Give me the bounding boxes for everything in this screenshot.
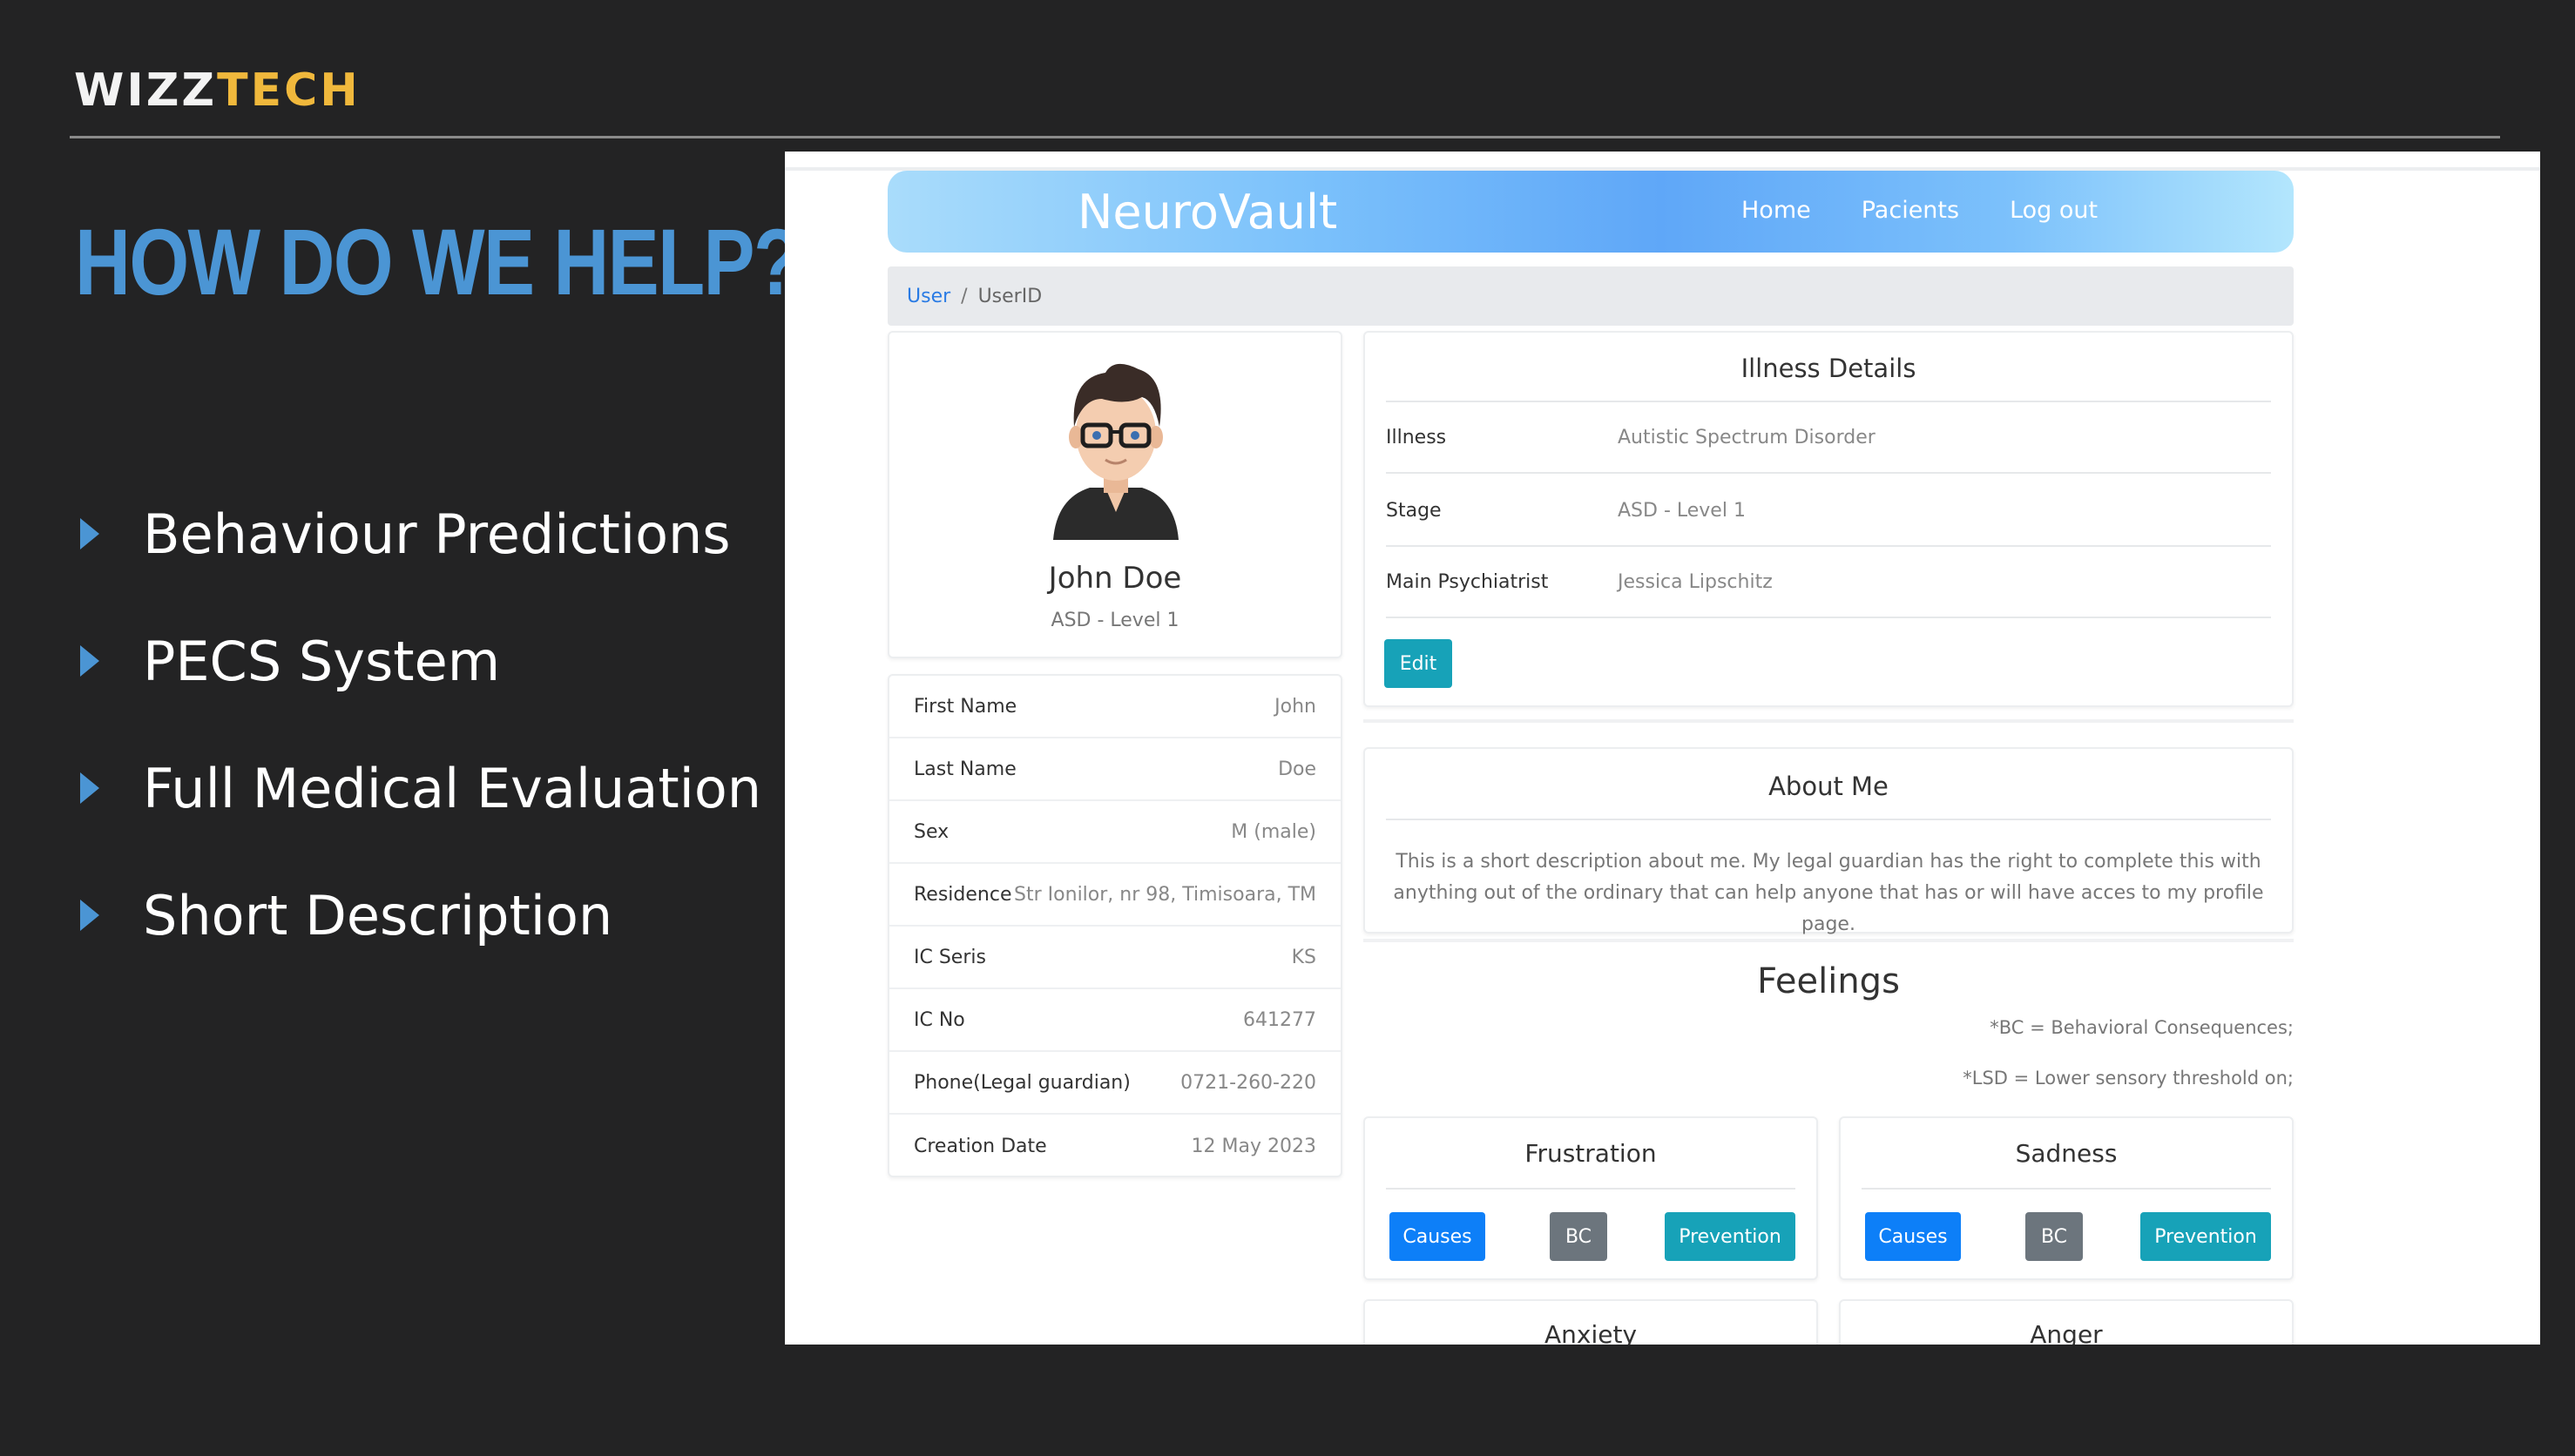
profile-name: John Doe	[1048, 561, 1182, 596]
person-avatar-icon	[1053, 363, 1179, 540]
section-divider	[1363, 939, 2294, 942]
breadcrumb-user-link[interactable]: User	[907, 286, 950, 307]
info-value: John	[1274, 695, 1316, 718]
illness-title: Illness Details	[1740, 354, 1916, 383]
bullet-item: PECS System	[80, 597, 761, 725]
info-label: First Name	[914, 695, 1017, 718]
edit-button[interactable]: Edit	[1384, 639, 1452, 688]
illness-details-card: Illness Details Illness Autistic Spectrum…	[1363, 331, 2294, 707]
brand-main: WIZZ	[74, 64, 218, 117]
triangle-bullet-icon	[80, 518, 99, 549]
prevention-button[interactable]: Prevention	[2140, 1212, 2271, 1261]
about-text: This is a short description about me. My…	[1393, 851, 2264, 935]
illness-label: Illness	[1386, 426, 1447, 448]
illness-label: Main Psychiatrist	[1386, 570, 1549, 593]
nav-pacients[interactable]: Pacients	[1862, 197, 1959, 224]
info-row: Sex M (male)	[889, 801, 1341, 864]
info-label: Residence	[914, 883, 1012, 906]
feeling-divider	[1862, 1188, 2271, 1190]
about-me-card: About Me This is a short description abo…	[1363, 747, 2294, 935]
feeling-name: Frustration	[1524, 1139, 1657, 1168]
breadcrumb-separator: /	[961, 285, 968, 307]
causes-button[interactable]: Causes	[1865, 1212, 1961, 1261]
info-label: Last Name	[914, 758, 1017, 780]
section-divider	[1363, 719, 2294, 723]
feeling-name: Anxiety	[1544, 1320, 1638, 1345]
bullet-item: Behaviour Predictions	[80, 470, 761, 597]
nav-links: Home Pacients Log out	[1741, 197, 2098, 224]
info-row: Phone(Legal guardian) 0721-260-220	[889, 1052, 1341, 1115]
triangle-bullet-icon	[80, 900, 99, 931]
app-title[interactable]: NeuroVault	[1078, 185, 1337, 239]
nav-logout[interactable]: Log out	[2010, 197, 2098, 224]
bullet-item: Full Medical Evaluation	[80, 725, 761, 852]
brand-accent: TECH	[217, 64, 361, 117]
brand-logo: WIZZTECH	[74, 64, 361, 117]
nav-home[interactable]: Home	[1741, 197, 1811, 224]
illness-row: Main Psychiatrist Jessica Lipschitz	[1386, 547, 2271, 618]
header-divider	[70, 136, 2500, 138]
info-row: IC Seris KS	[889, 927, 1341, 989]
info-row: First Name John	[889, 676, 1341, 738]
illness-label: Stage	[1386, 499, 1442, 522]
app-navbar: NeuroVault Home Pacients Log out	[888, 171, 2294, 253]
info-label: IC Seris	[914, 946, 986, 968]
profile-card: John Doe ASD - Level 1	[888, 331, 1342, 658]
lsd-note: *LSD = Lower sensory threshold on;	[1963, 1068, 2294, 1089]
feeling-name: Anger	[2030, 1320, 2103, 1345]
info-value: Doe	[1278, 758, 1316, 780]
info-row: Residence Str Ionilor, nr 98, Timisoara, …	[889, 864, 1341, 927]
breadcrumb: User / UserID	[888, 266, 2294, 326]
bullet-item: Short Description	[80, 852, 761, 979]
slide-headline: HOW DO WE HELP?	[75, 209, 801, 314]
about-divider	[1386, 819, 2271, 820]
personal-info-card: First Name John Last Name Doe Sex M (male) …	[888, 674, 1342, 1177]
illness-value: ASD - Level 1	[1618, 499, 1746, 522]
bc-button[interactable]: BC	[1550, 1212, 1607, 1261]
feeling-name: Sadness	[2015, 1139, 2118, 1168]
feeling-card-anxiety: Anxiety	[1363, 1299, 1818, 1345]
feeling-card-anger: Anger	[1839, 1299, 2294, 1345]
prevention-button[interactable]: Prevention	[1665, 1212, 1795, 1261]
feeling-card-sadness: Sadness Causes BC Prevention	[1839, 1116, 2294, 1280]
feeling-card-frustration: Frustration Causes BC Prevention	[1363, 1116, 1818, 1280]
profile-level: ASD - Level 1	[1051, 610, 1179, 631]
illness-row: Illness Autistic Spectrum Disorder	[1386, 402, 2271, 474]
info-value: KS	[1291, 946, 1316, 968]
info-label: IC No	[914, 1008, 965, 1031]
bullet-text: PECS System	[143, 629, 501, 693]
about-title: About Me	[1768, 772, 1889, 801]
info-label: Creation Date	[914, 1135, 1047, 1157]
bullet-text: Full Medical Evaluation	[143, 756, 762, 820]
info-value: 0721-260-220	[1180, 1071, 1316, 1094]
info-row: Creation Date 12 May 2023	[889, 1115, 1341, 1177]
bc-button[interactable]: BC	[2025, 1212, 2083, 1261]
causes-button[interactable]: Causes	[1389, 1212, 1485, 1261]
breadcrumb-current: UserID	[977, 285, 1043, 307]
info-label: Phone(Legal guardian)	[914, 1071, 1131, 1094]
info-value: Str Ionilor, nr 98, Timisoara, TM	[1014, 883, 1316, 906]
illness-row: Stage ASD - Level 1	[1386, 475, 2271, 547]
feelings-title: Feelings	[1757, 961, 1900, 1001]
triangle-bullet-icon	[80, 645, 99, 677]
bullet-list: Behaviour Predictions PECS System Full M…	[80, 470, 761, 979]
info-value: M (male)	[1231, 820, 1316, 843]
bc-note: *BC = Behavioral Consequences;	[1990, 1017, 2294, 1038]
triangle-bullet-icon	[80, 772, 99, 804]
bullet-text: Short Description	[143, 883, 613, 947]
info-value: 12 May 2023	[1191, 1135, 1316, 1157]
info-row: IC No 641277	[889, 989, 1341, 1052]
app-screenshot: NeuroVault Home Pacients Log out User / …	[785, 152, 2540, 1345]
info-value: 641277	[1243, 1008, 1316, 1031]
info-label: Sex	[914, 820, 950, 843]
bullet-text: Behaviour Predictions	[143, 502, 731, 566]
illness-value: Autistic Spectrum Disorder	[1618, 426, 1875, 448]
illness-value: Jessica Lipschitz	[1618, 570, 1773, 593]
feeling-divider	[1386, 1188, 1795, 1190]
info-row: Last Name Doe	[889, 738, 1341, 801]
